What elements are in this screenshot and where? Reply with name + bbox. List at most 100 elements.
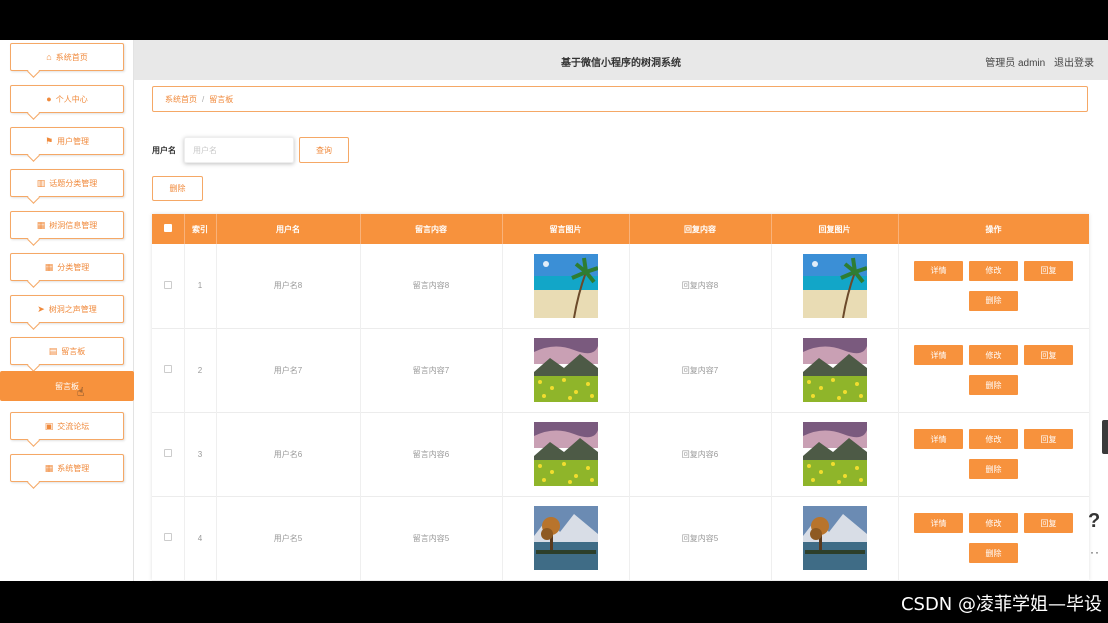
sidebar-item-label: 用户管理 [57,136,90,146]
index-cell: 1 [184,244,217,328]
sidebar-item-treehole-info[interactable]: ▦ 树洞信息管理 [10,211,124,239]
table-row: 3 用户名6 留言内容6 回复内容6 详情 修改 回复 删除 [152,412,1089,496]
delete-button[interactable]: 删除 [969,290,1018,311]
reply-cell: 回复内容8 [629,244,772,328]
edit-button[interactable]: 修改 [969,345,1018,365]
sidebar-item-label: 系统管理 [57,463,90,473]
sidebar-item-label: 树洞之声管理 [48,304,97,314]
message-image [533,253,598,318]
message-cell: 留言内容6 [360,412,503,496]
reply-image-cell [771,412,899,496]
column-header: 用户名 [216,214,361,244]
breadcrumb-separator: / [202,94,205,104]
help-icon[interactable]: ? [1088,510,1100,533]
reply-image-cell [771,328,899,412]
grid-icon: ▦ [44,261,54,272]
sidebar-item-label: 交流论坛 [57,421,90,431]
scroll-handle[interactable] [1102,420,1108,454]
delete-button[interactable]: 删除 [969,375,1018,395]
table-row: 2 用户名7 留言内容7 回复内容7 详情 修改 回复 删除 [152,328,1089,412]
reply-image [802,506,867,570]
sidebar-item-message-board[interactable]: ▤ 留言板 [10,337,124,365]
row-checkbox[interactable] [163,280,172,289]
reply-cell: 回复内容6 [629,412,772,496]
home-icon: ⌂ [46,52,52,62]
sidebar-item-label: 留言板 [55,381,79,391]
app-screen: ⌂ 系统首页 ● 个人中心 ⚑ 用户管理 ▥ 话题分类管理 ▦ 树洞信息管理 ▦… [0,40,1108,581]
row-checkbox[interactable] [163,533,172,541]
edit-button[interactable]: 修改 [969,260,1018,281]
breadcrumb-home[interactable]: 系统首页 [165,94,197,105]
bar-chart-icon: ▥ [36,177,46,188]
sidebar-item-categories[interactable]: ▦ 分类管理 [10,253,124,281]
row-actions: 详情 修改 回复 删除 [906,429,1082,479]
column-header: 操作 [898,214,1089,244]
row-checkbox[interactable] [163,365,172,373]
username-search-input[interactable] [184,137,294,163]
message-image-cell [502,328,630,412]
edit-button[interactable]: 修改 [969,429,1018,449]
sidebar-item-label: 分类管理 [57,262,90,272]
message-image-cell [502,244,630,328]
edit-button[interactable]: 修改 [969,513,1018,533]
detail-button[interactable]: 详情 [914,260,963,281]
user-area: 管理员 admin 退出登录 [979,54,1094,69]
watermark-text: CSDN @凌菲学姐—毕设 [900,594,1102,615]
app-title: 基于微信小程序的树洞系统 [561,58,681,69]
column-header: 索引 [184,214,217,244]
message-icon: ▤ [48,345,58,356]
column-header: 回复内容 [629,214,772,244]
reply-button[interactable]: 回复 [1024,513,1073,533]
more-icon[interactable]: ·· [1090,545,1100,559]
row-actions: 详情 修改 回复 删除 [906,345,1082,395]
forum-icon: ▣ [44,420,54,431]
sidebar: ⌂ 系统首页 ● 个人中心 ⚑ 用户管理 ▥ 话题分类管理 ▦ 树洞信息管理 ▦… [0,40,134,581]
sidebar-item-topic-categories[interactable]: ▥ 话题分类管理 [10,169,124,197]
message-image-cell [502,412,630,496]
reply-image [802,253,867,318]
sidebar-item-label: 系统首页 [55,52,88,62]
delete-button[interactable]: 删除 [969,543,1018,563]
actions-cell: 详情 修改 回复 删除 [898,412,1089,496]
reply-cell: 回复内容5 [629,496,772,580]
select-all-cell [152,214,185,244]
column-header: 回复图片 [771,214,899,244]
reply-image-cell [771,244,899,328]
breadcrumb-current: 留言板 [209,94,234,104]
sidebar-item-forum[interactable]: ▣ 交流论坛 [10,412,124,440]
detail-button[interactable]: 详情 [914,429,963,449]
actions-cell: 详情 修改 回复 删除 [898,496,1089,580]
logout-link[interactable]: 退出登录 [1054,58,1094,69]
sidebar-item-system[interactable]: ▦ 系统管理 [10,454,124,482]
row-select-cell [152,412,185,496]
reply-button[interactable]: 回复 [1024,429,1073,449]
row-checkbox[interactable] [163,449,172,457]
message-image-cell [502,496,630,580]
index-cell: 2 [184,328,217,412]
sidebar-item-home[interactable]: ⌂ 系统首页 [10,43,124,71]
message-image [533,506,598,570]
bulk-delete-button[interactable]: 删除 [152,176,203,201]
sidebar-item-label: 留言板 [61,346,86,356]
sidebar-subitem-message-board[interactable]: 留言板 [0,371,134,401]
table-row: 1 用户名8 留言内容8 回复内容8 详情 修改 回复 删除 [152,244,1089,328]
reply-image-cell [771,496,899,580]
grid-icon: ▦ [36,219,46,230]
sidebar-item-users[interactable]: ⚑ 用户管理 [10,127,124,155]
delete-button[interactable]: 删除 [969,459,1018,479]
select-all-checkbox[interactable] [163,224,172,232]
username-cell: 用户名5 [216,496,361,580]
paper-plane-icon: ➤ [37,303,45,314]
sidebar-item-profile[interactable]: ● 个人中心 [10,85,124,113]
username-cell: 用户名6 [216,412,361,496]
search-button[interactable]: 查询 [299,137,349,163]
detail-button[interactable]: 详情 [914,513,963,533]
reply-button[interactable]: 回复 [1024,345,1073,365]
reply-button[interactable]: 回复 [1024,260,1073,281]
actions-cell: 详情 修改 回复 删除 [898,328,1089,412]
sidebar-item-label: 个人中心 [55,94,88,104]
sidebar-item-treehole-voice[interactable]: ➤ 树洞之声管理 [10,295,124,323]
detail-button[interactable]: 详情 [914,345,963,365]
message-cell: 留言内容7 [360,328,503,412]
flag-icon: ⚑ [44,135,54,146]
